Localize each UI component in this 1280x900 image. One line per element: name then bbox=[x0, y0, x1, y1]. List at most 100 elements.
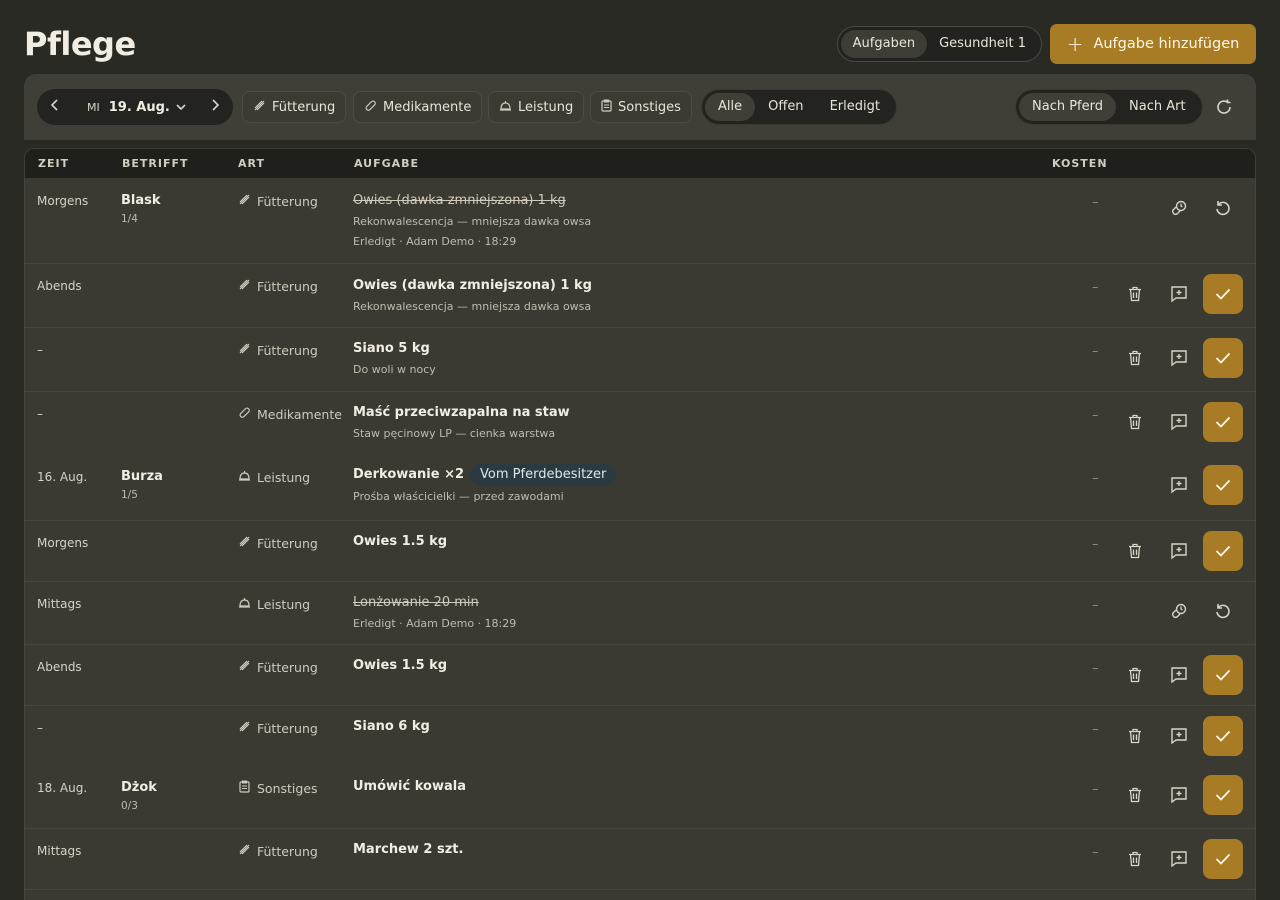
link-button[interactable] bbox=[1159, 591, 1199, 631]
row-time: – bbox=[37, 343, 43, 357]
add-comment-button[interactable] bbox=[1159, 716, 1199, 756]
row-type: Leistung bbox=[237, 469, 310, 485]
complete-button[interactable] bbox=[1203, 716, 1243, 756]
group-nach-pferd[interactable]: Nach Pferd bbox=[1019, 93, 1116, 121]
add-comment-button[interactable] bbox=[1159, 531, 1199, 571]
row-cost: – bbox=[1092, 471, 1099, 486]
refresh-button[interactable] bbox=[1212, 95, 1236, 119]
complete-button[interactable] bbox=[1203, 402, 1243, 442]
refresh-icon bbox=[1217, 99, 1231, 114]
add-task-button[interactable]: + Aufgabe hinzufügen bbox=[1050, 24, 1256, 64]
row-task[interactable]: Owies (dawka zmniejszona) 1 kg Rekonwale… bbox=[353, 278, 955, 313]
undo-button[interactable] bbox=[1203, 591, 1243, 631]
complete-button[interactable] bbox=[1203, 274, 1243, 314]
delete-button[interactable] bbox=[1115, 655, 1155, 695]
task-table: Morgens Blask 1/4 Fütterung Owies (dawka … bbox=[24, 179, 1256, 900]
row-task[interactable]: Marchew 2 szt. bbox=[353, 842, 955, 857]
col-art[interactable]: ART bbox=[238, 157, 265, 170]
delete-button[interactable] bbox=[1115, 338, 1155, 378]
chevron-down-icon[interactable] bbox=[176, 102, 186, 113]
check-icon bbox=[1215, 853, 1231, 865]
group-by-switch: Nach Pferd Nach Art bbox=[1015, 89, 1203, 125]
next-day-button[interactable] bbox=[197, 99, 233, 115]
filter-chip-leistung[interactable]: Leistung bbox=[488, 91, 585, 123]
add-comment-button[interactable] bbox=[1159, 402, 1199, 442]
prev-day-button[interactable] bbox=[37, 99, 73, 115]
row-task[interactable]: Siano 5 kg Do woli w nocy bbox=[353, 341, 955, 376]
row-task[interactable]: Owies 1.5 kg bbox=[353, 534, 955, 549]
row-type: Medikamente bbox=[237, 406, 342, 422]
status-alle[interactable]: Alle bbox=[705, 93, 756, 121]
add-comment-button[interactable] bbox=[1159, 775, 1199, 815]
add-comment-button[interactable] bbox=[1159, 465, 1199, 505]
col-aufgabe[interactable]: AUFGABE bbox=[354, 157, 419, 170]
add-task-label: Aufgabe hinzufügen bbox=[1093, 36, 1240, 52]
row-task[interactable]: Lonżowanie 20 min Erledigt · Adam Demo ·… bbox=[353, 595, 955, 630]
bell-icon bbox=[237, 469, 251, 485]
owner-request-badge: Vom Pferdebesitzer bbox=[470, 464, 617, 485]
row-task[interactable]: Maść przeciwzapalna na staw Staw pęcinow… bbox=[353, 405, 955, 440]
row-task[interactable]: Owies (dawka zmniejszona) 1 kg Rekonwale… bbox=[353, 193, 955, 248]
row-task[interactable]: Umówić kowala bbox=[353, 779, 955, 794]
date-picker[interactable]: 19. Aug. bbox=[109, 100, 170, 115]
task-title: Owies (dawka zmniejszona) 1 kg bbox=[353, 193, 566, 208]
complete-button[interactable] bbox=[1203, 465, 1243, 505]
feed-icon bbox=[237, 193, 251, 209]
col-betrifft[interactable]: BETRIFFT bbox=[122, 157, 189, 170]
filter-chip-fuetterung[interactable]: Fütterung bbox=[242, 91, 347, 123]
complete-button[interactable] bbox=[1203, 655, 1243, 695]
page-header: Pflege Aufgaben Gesundheit 1 + Aufgabe h… bbox=[24, 24, 1256, 64]
group-nach-art[interactable]: Nach Art bbox=[1116, 93, 1199, 121]
horse-progress: 0/3 bbox=[121, 800, 138, 812]
table-row: Morgens Fütterung Owies 1.5 kg – bbox=[25, 521, 1255, 582]
filter-chip-sonstiges[interactable]: Sonstiges bbox=[590, 91, 692, 123]
col-kosten[interactable]: KOSTEN bbox=[1052, 157, 1108, 170]
table-row: Mittags Leistung Lonżowanie 20 min Erled… bbox=[25, 582, 1255, 645]
row-horse[interactable]: Dżok 0/3 bbox=[121, 780, 157, 812]
complete-button[interactable] bbox=[1203, 775, 1243, 815]
trash-icon bbox=[1129, 286, 1141, 302]
status-erledigt[interactable]: Erledigt bbox=[817, 93, 893, 121]
table-row: 18. Aug. Dżok 0/3 Sonstiges Umówić kowala… bbox=[25, 766, 1255, 829]
comment-plus-icon bbox=[1171, 543, 1187, 560]
row-cost: – bbox=[1092, 598, 1099, 613]
filter-chip-medikamente[interactable]: Medikamente bbox=[353, 91, 483, 123]
delete-button[interactable] bbox=[1115, 531, 1155, 571]
row-horse[interactable]: Blask 1/4 bbox=[121, 193, 161, 225]
add-comment-button[interactable] bbox=[1159, 839, 1199, 879]
row-cost: – bbox=[1092, 344, 1099, 359]
complete-button[interactable] bbox=[1203, 338, 1243, 378]
row-task[interactable]: Siano 6 kg bbox=[353, 719, 955, 734]
add-comment-button[interactable] bbox=[1159, 338, 1199, 378]
row-type: Fütterung bbox=[237, 193, 318, 209]
row-type: Fütterung bbox=[237, 659, 318, 675]
task-title: Owies 1.5 kg bbox=[353, 534, 448, 549]
row-task[interactable]: Owies 1.5 kg bbox=[353, 658, 955, 673]
row-time: Abends bbox=[37, 279, 82, 293]
delete-button[interactable] bbox=[1115, 716, 1155, 756]
complete-button[interactable] bbox=[1203, 839, 1243, 879]
pill-icon bbox=[364, 99, 377, 115]
add-comment-button[interactable] bbox=[1159, 274, 1199, 314]
delete-button[interactable] bbox=[1115, 775, 1155, 815]
feed-icon bbox=[237, 278, 251, 294]
undo-button[interactable] bbox=[1203, 188, 1243, 228]
table-row: Mittags Fütterung Marchew 2 szt. – bbox=[25, 829, 1255, 890]
tab-aufgaben[interactable]: Aufgaben bbox=[840, 30, 928, 58]
row-time: Mittags bbox=[37, 844, 82, 858]
status-offen[interactable]: Offen bbox=[755, 93, 816, 121]
complete-button[interactable] bbox=[1203, 531, 1243, 571]
clipboard-icon bbox=[237, 780, 251, 796]
delete-button[interactable] bbox=[1115, 839, 1155, 879]
link-button[interactable] bbox=[1159, 188, 1199, 228]
tab-gesundheit[interactable]: Gesundheit 1 bbox=[927, 30, 1038, 58]
trash-icon bbox=[1129, 350, 1141, 366]
col-zeit[interactable]: ZEIT bbox=[38, 157, 69, 170]
row-task[interactable]: Derkowanie ×2 Vom Pferdebesitzer Prośba w… bbox=[353, 464, 955, 503]
add-comment-button[interactable] bbox=[1159, 655, 1199, 695]
row-cost: – bbox=[1092, 845, 1099, 860]
row-horse[interactable]: Burza 1/5 bbox=[121, 469, 163, 501]
check-icon bbox=[1215, 669, 1231, 681]
delete-button[interactable] bbox=[1115, 402, 1155, 442]
delete-button[interactable] bbox=[1115, 274, 1155, 314]
